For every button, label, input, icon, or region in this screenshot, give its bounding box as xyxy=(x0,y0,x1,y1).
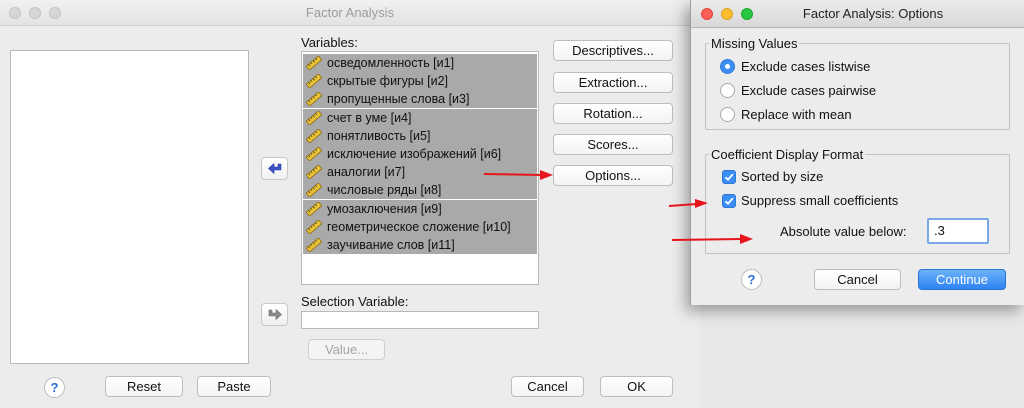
annotation-arrow-icon xyxy=(484,170,553,180)
window-title: Factor Analysis xyxy=(305,5,395,20)
scores-button[interactable]: Scores... xyxy=(553,134,673,155)
dialog-title: Factor Analysis: Options xyxy=(802,6,944,21)
dialog-help-button[interactable]: ? xyxy=(741,269,762,290)
missing-values-title: Missing Values xyxy=(709,36,800,51)
sorted-by-size-label: Sorted by size xyxy=(741,169,824,184)
pairwise-label: Exclude cases pairwise xyxy=(741,83,877,98)
listwise-label: Exclude cases listwise xyxy=(741,59,871,74)
variable-row[interactable]: геометрическое сложение [и10] xyxy=(303,217,537,236)
variable-label: заучивание слов [и11] xyxy=(327,238,455,252)
rotation-button[interactable]: Rotation... xyxy=(553,103,673,124)
checkmark-icon xyxy=(724,197,734,206)
main-titlebar: Factor Analysis xyxy=(0,0,700,26)
suppress-small-label: Suppress small coefficients xyxy=(741,193,899,208)
variable-label: пропущенные слова [и3] xyxy=(327,92,470,107)
coefficient-format-title: Coefficient Display Format xyxy=(709,147,866,162)
variable-row[interactable]: скрытые фигуры [и2] xyxy=(303,72,537,91)
variable-row[interactable]: счет в уме [и4] xyxy=(303,108,537,127)
scale-variable-icon xyxy=(305,237,323,257)
absolute-value-label: Absolute value below: xyxy=(780,224,907,239)
listwise-radio[interactable] xyxy=(720,59,735,74)
options-dialog: Factor Analysis: Options Missing Values … xyxy=(690,0,1024,305)
variable-label: аналогии [и7] xyxy=(327,165,406,180)
dialog-cancel-button[interactable]: Cancel xyxy=(814,269,901,290)
variable-row[interactable]: пропущенные слова [и3] xyxy=(303,90,537,109)
absolute-value-input[interactable]: .3 xyxy=(927,218,989,244)
variable-row[interactable]: понятливость [и5] xyxy=(303,126,537,145)
value-button[interactable]: Value... xyxy=(308,339,385,360)
move-to-selection-button[interactable] xyxy=(261,303,288,326)
source-variable-list[interactable] xyxy=(10,50,249,364)
arrow-left-icon xyxy=(268,162,282,175)
variable-label: геометрическое сложение [и10] xyxy=(327,219,511,234)
variable-label: счет в уме [и4] xyxy=(327,110,412,125)
move-to-variables-button[interactable] xyxy=(261,157,288,180)
reset-button[interactable]: Reset xyxy=(105,376,183,397)
variable-row[interactable]: осведомленность [и1] xyxy=(303,54,537,72)
options-button[interactable]: Options... xyxy=(553,165,673,186)
variable-row[interactable]: числовые ряды [и8] xyxy=(303,181,537,200)
help-button[interactable]: ? xyxy=(44,377,65,398)
paste-button[interactable]: Paste xyxy=(197,376,271,397)
pairwise-radio[interactable] xyxy=(720,83,735,98)
ok-button[interactable]: OK xyxy=(600,376,673,397)
variable-row[interactable]: заучивание слов [и11] xyxy=(303,236,537,254)
replace-mean-label: Replace with mean xyxy=(741,107,852,122)
selection-variable-field[interactable] xyxy=(301,311,539,329)
extraction-button[interactable]: Extraction... xyxy=(553,72,673,93)
checkmark-icon xyxy=(724,173,734,182)
factor-analysis-window: Factor Analysis Variables: осведомленнос… xyxy=(0,0,700,408)
variable-label: осведомленность [и1] xyxy=(327,56,455,70)
variable-label: понятливость [и5] xyxy=(327,128,431,143)
variable-row[interactable]: умозаключения [и9] xyxy=(303,199,537,218)
sorted-by-size-checkbox[interactable] xyxy=(722,170,736,184)
arrow-right-icon xyxy=(268,308,282,321)
annotation-arrow-icon xyxy=(669,199,708,208)
continue-button[interactable]: Continue xyxy=(918,269,1006,290)
cancel-button[interactable]: Cancel xyxy=(511,376,584,397)
variable-label: умозаключения [и9] xyxy=(327,201,442,216)
variables-label: Variables: xyxy=(301,35,358,50)
annotation-arrow-icon xyxy=(672,234,753,244)
descriptives-button[interactable]: Descriptives... xyxy=(553,40,673,61)
options-titlebar: Factor Analysis: Options xyxy=(691,0,1024,28)
suppress-small-checkbox[interactable] xyxy=(722,194,736,208)
variable-label: скрытые фигуры [и2] xyxy=(327,74,449,89)
variable-label: исключение изображений [и6] xyxy=(327,147,502,161)
variable-row[interactable]: исключение изображений [и6] xyxy=(303,145,537,163)
replace-mean-radio[interactable] xyxy=(720,107,735,122)
selection-variable-label: Selection Variable: xyxy=(301,294,409,309)
variable-label: числовые ряды [и8] xyxy=(327,183,442,198)
